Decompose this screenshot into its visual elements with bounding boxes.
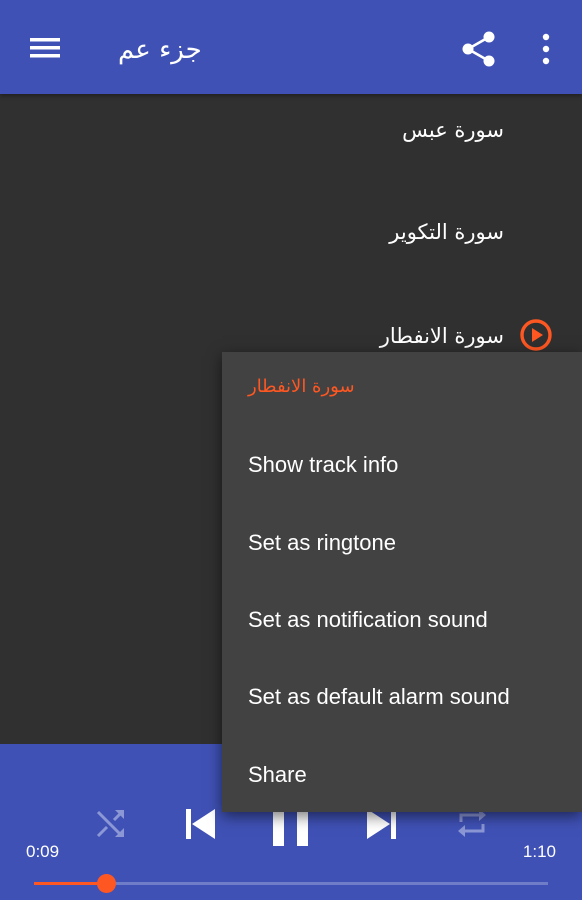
menu-item-set-ringtone[interactable]: Set as ringtone [222, 504, 582, 582]
track-title: سورة التكوير [389, 220, 504, 244]
now-playing-icon [519, 318, 553, 352]
track-item[interactable]: سورة التكوير [0, 196, 582, 298]
shuffle-icon[interactable] [94, 806, 128, 840]
page-title: جزء عم [118, 35, 202, 65]
duration-time: 1:10 [522, 842, 556, 861]
context-menu: سورة الانفطار Show track info Set as rin… [222, 352, 582, 812]
app-bar: جزء عم [0, 0, 582, 94]
seek-progress [34, 882, 106, 885]
track-item[interactable]: سورة عبس [0, 94, 582, 196]
skip-previous-icon[interactable] [182, 806, 218, 842]
seek-thumb[interactable] [97, 874, 116, 893]
pause-icon[interactable] [270, 808, 312, 850]
menu-item-show-track-info[interactable]: Show track info [222, 426, 582, 504]
more-vert-icon[interactable] [530, 28, 562, 70]
seek-bar[interactable] [34, 874, 548, 893]
share-icon[interactable] [458, 28, 500, 70]
menu-item-share[interactable]: Share [222, 736, 582, 814]
track-title: سورة الانفطار [379, 324, 504, 348]
elapsed-time: 0:09 [26, 842, 60, 861]
track-title: سورة عبس [402, 118, 504, 142]
context-menu-header: سورة الانفطار [248, 376, 355, 397]
hamburger-menu-icon[interactable] [26, 28, 66, 68]
menu-item-set-notification[interactable]: Set as notification sound [222, 581, 582, 659]
menu-item-set-alarm[interactable]: Set as default alarm sound [222, 658, 582, 736]
